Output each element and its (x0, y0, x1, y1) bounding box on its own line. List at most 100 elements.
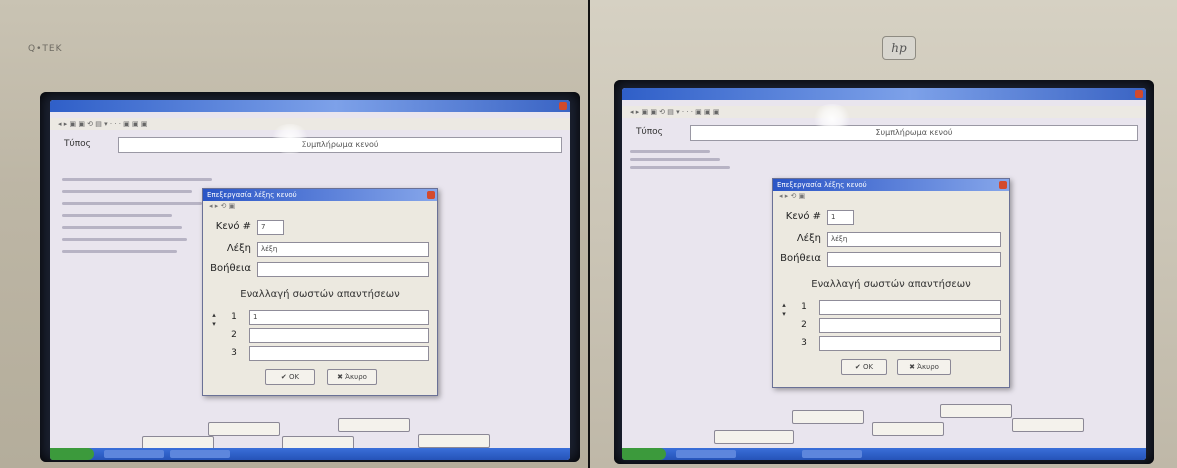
app-button[interactable] (792, 410, 864, 424)
desktop-display: ◂ ▸ ▣ ▣ ⟲ ▤ ▾ · · · ▣ ▣ ▣ Τύπος Συμπλήρω… (622, 88, 1146, 460)
background-text-line (62, 202, 202, 205)
app-button[interactable] (1012, 418, 1084, 432)
alternative-row: 2 (795, 317, 1001, 333)
taskbar-item[interactable] (104, 450, 164, 458)
ok-button[interactable]: ✔ OK (265, 369, 315, 385)
background-text-line (62, 178, 212, 181)
word-label: Λέξη (226, 243, 251, 254)
dialog-toolbar: ◂ ▸ ⟲ ▣ (779, 192, 806, 200)
windows-taskbar (50, 448, 570, 460)
help-row: Βοήθεια (203, 261, 429, 277)
screen-glare (270, 124, 310, 154)
cancel-button[interactable]: ✖ Άκυρο (897, 359, 951, 375)
edit-word-dialog: Επεξεργασία λέξης κενού ◂ ▸ ⟲ ▣ Κενό # 7… (202, 188, 438, 396)
dialog-title: Επεξεργασία λέξης κενού (207, 191, 297, 199)
alternative-input[interactable] (249, 328, 429, 343)
left-monitor-photo: Q•TEK ◂ ▸ ▣ ▣ ⟲ ▤ ▾ · · · ▣ ▣ ▣ Τύπος Συ… (0, 0, 588, 468)
word-input[interactable]: λέξη (827, 232, 1001, 247)
word-row: Λέξη λέξη (203, 241, 429, 257)
cloze-number-label: Κενό # (215, 221, 251, 232)
help-input[interactable] (257, 262, 429, 277)
close-icon[interactable] (427, 191, 435, 199)
type-input[interactable]: Συμπλήρωμα κενού (118, 137, 562, 153)
alternative-number: 3 (801, 338, 807, 348)
app-button[interactable] (872, 422, 944, 436)
help-input[interactable] (827, 252, 1001, 267)
alternatives-heading: Εναλλαγή σωστών απαντήσεων (240, 289, 400, 300)
alternative-input[interactable] (249, 346, 429, 361)
help-row: Βοήθεια (773, 251, 1001, 267)
alternative-number: 2 (801, 320, 807, 330)
cloze-number-stepper[interactable]: 7 (257, 220, 284, 235)
alternative-row: 3 (225, 345, 429, 361)
alternative-row: 2 (225, 327, 429, 343)
word-input[interactable]: λέξη (257, 242, 429, 257)
app-button[interactable] (338, 418, 410, 432)
close-icon[interactable] (1135, 90, 1143, 98)
help-label: Βοήθεια (780, 253, 821, 264)
type-field-row: Τύπος Συμπλήρωμα κενού (630, 124, 1138, 141)
background-text-line (630, 166, 730, 169)
app-button[interactable] (714, 430, 794, 444)
background-text-line (62, 226, 182, 229)
start-button[interactable] (622, 448, 666, 460)
desktop-display: ◂ ▸ ▣ ▣ ⟲ ▤ ▾ · · · ▣ ▣ ▣ Τύπος Συμπλήρω… (50, 100, 570, 460)
monitor-brand-label: Q•TEK (28, 44, 63, 54)
dialog-toolbar: ◂ ▸ ⟲ ▣ (209, 202, 236, 210)
close-icon[interactable] (559, 102, 567, 110)
background-text-line (62, 238, 187, 241)
screen-glare (812, 104, 852, 134)
alternative-input[interactable]: 1 (249, 310, 429, 325)
app-toolbar: ◂ ▸ ▣ ▣ ⟲ ▤ ▾ · · · ▣ ▣ ▣ (50, 118, 570, 130)
app-toolbar: ◂ ▸ ▣ ▣ ⟲ ▤ ▾ · · · ▣ ▣ ▣ (622, 106, 1146, 118)
windows-taskbar (622, 448, 1146, 460)
type-input[interactable]: Συμπλήρωμα κενού (690, 125, 1138, 141)
alternative-number: 1 (231, 312, 237, 322)
hp-logo: hp (882, 36, 916, 60)
dialog-title: Επεξεργασία λέξης κενού (777, 181, 867, 189)
monitor-screen: ◂ ▸ ▣ ▣ ⟲ ▤ ▾ · · · ▣ ▣ ▣ Τύπος Συμπλήρω… (40, 92, 580, 462)
alternative-input[interactable] (819, 300, 1001, 315)
alternative-row: 1 1 (225, 309, 429, 325)
taskbar-item[interactable] (170, 450, 230, 458)
alternatives-heading: Εναλλαγή σωστών απαντήσεων (811, 279, 971, 290)
word-label: Λέξη (796, 233, 821, 244)
cloze-number-row: Κενό # 1 (773, 209, 889, 225)
alternative-number: 1 (801, 302, 807, 312)
app-button[interactable] (940, 404, 1012, 418)
background-text-line (62, 190, 192, 193)
type-field-row: Τύπος Συμπλήρωμα κενού (58, 136, 562, 153)
type-label: Τύπος (64, 139, 91, 149)
alternatives-spinner-icon[interactable]: ▴ ▾ (779, 301, 789, 319)
app-button[interactable] (208, 422, 280, 436)
alternative-number: 2 (231, 330, 237, 340)
background-text-line (630, 150, 710, 153)
cloze-number-row: Κενό # 7 (203, 219, 317, 235)
app-button[interactable] (418, 434, 490, 448)
alternative-input[interactable] (819, 318, 1001, 333)
taskbar-item[interactable] (676, 450, 736, 458)
alternatives-spinner-icon[interactable]: ▴ ▾ (209, 311, 219, 329)
type-label: Τύπος (636, 127, 663, 137)
word-row: Λέξη λέξη (773, 231, 1001, 247)
monitor-screen: ◂ ▸ ▣ ▣ ⟲ ▤ ▾ · · · ▣ ▣ ▣ Τύπος Συμπλήρω… (614, 80, 1154, 464)
start-button[interactable] (50, 448, 94, 460)
alternative-number: 3 (231, 348, 237, 358)
app-titlebar (50, 100, 570, 112)
background-text-line (62, 214, 172, 217)
background-text-line (630, 158, 720, 161)
close-icon[interactable] (999, 181, 1007, 189)
edit-word-dialog: Επεξεργασία λέξης κενού ◂ ▸ ⟲ ▣ Κενό # 1… (772, 178, 1010, 388)
ok-button[interactable]: ✔ OK (841, 359, 887, 375)
cancel-button[interactable]: ✖ Άκυρο (327, 369, 377, 385)
right-monitor-photo: hp ◂ ▸ ▣ ▣ ⟲ ▤ ▾ · · · ▣ ▣ ▣ Τύπος Συμπλ… (590, 0, 1177, 468)
alternative-row: 3 (795, 335, 1001, 351)
alternative-row: 1 (795, 299, 1001, 315)
background-text-line (62, 250, 177, 253)
cloze-number-stepper[interactable]: 1 (827, 210, 854, 225)
taskbar-item[interactable] (802, 450, 862, 458)
cloze-number-label: Κενό # (785, 211, 821, 222)
app-titlebar (622, 88, 1146, 100)
alternative-input[interactable] (819, 336, 1001, 351)
help-label: Βοήθεια (210, 263, 251, 274)
